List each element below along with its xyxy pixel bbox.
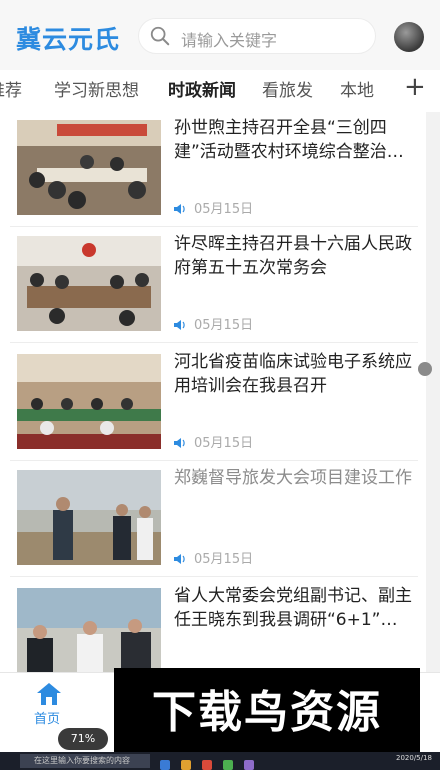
tab-study[interactable]: 学习新思想	[54, 76, 139, 101]
news-item[interactable]: 河北省疫苗临床试验电子系统应用培训会在我县召开 05月15日	[10, 346, 418, 461]
app-icon[interactable]	[223, 760, 234, 770]
news-thumbnail	[17, 470, 161, 565]
news-date: 05月15日	[174, 314, 253, 333]
search-icon	[150, 26, 170, 46]
tab-tourism[interactable]: 看旅发	[262, 76, 313, 101]
tab-politics-news[interactable]: 时政新闻	[168, 76, 236, 101]
news-title: 许尽晖主持召开县十六届人民政府第五十五次常务会	[174, 234, 412, 278]
app-icon[interactable]	[244, 760, 255, 770]
news-title: 郑巍督导旅发大会项目建设工作	[174, 468, 412, 488]
news-title: 孙世煦主持召开全县“三创四建”活动暨农村环境综合整治…	[174, 118, 404, 162]
app-icon[interactable]	[160, 760, 170, 770]
taskbar-icons	[160, 755, 260, 774]
news-item[interactable]: 郑巍督导旅发大会项目建设工作 05月15日	[10, 462, 418, 577]
news-date: 05月15日	[174, 198, 253, 217]
add-tab-button[interactable]: +	[404, 74, 426, 100]
nav-home-label[interactable]: 首页	[34, 708, 60, 727]
status-badge: 71%	[58, 728, 108, 750]
app-icon[interactable]	[181, 760, 192, 770]
speaker-icon	[174, 554, 185, 564]
app-logo: 冀云元氏	[16, 25, 121, 54]
speaker-icon	[174, 320, 185, 330]
channel-tabs: 推荐 学习新思想 时政新闻 看旅发 本地	[0, 70, 440, 110]
taskbar-search[interactable]: 在这里输入你要搜索的内容	[20, 754, 150, 768]
news-date: 05月15日	[174, 432, 253, 451]
search-input[interactable]: 请输入关键字	[138, 18, 376, 54]
watermark-banner: 下载鸟资源	[114, 668, 420, 758]
news-thumbnail	[17, 120, 161, 215]
home-icon[interactable]	[36, 682, 62, 706]
tab-recommend[interactable]: 推荐	[0, 76, 22, 101]
news-item[interactable]: 许尽晖主持召开县十六届人民政府第五十五次常务会 05月15日	[10, 228, 418, 343]
search-placeholder: 请输入关键字	[181, 31, 278, 50]
news-title: 河北省疫苗临床试验电子系统应用培训会在我县召开	[174, 352, 412, 396]
scrollbar-track[interactable]	[426, 112, 440, 672]
news-date: 05月15日	[174, 548, 253, 567]
news-thumbnail	[17, 236, 161, 331]
tab-local[interactable]: 本地	[340, 76, 374, 101]
user-avatar[interactable]	[394, 22, 424, 52]
news-thumbnail	[17, 354, 161, 449]
app-header: 冀云元氏 请输入关键字	[0, 0, 440, 70]
speaker-icon	[174, 438, 185, 448]
speaker-icon	[174, 204, 185, 214]
app-icon[interactable]	[202, 760, 213, 770]
scroll-indicator[interactable]	[418, 362, 432, 376]
news-item[interactable]: 孙世煦主持召开全县“三创四建”活动暨农村环境综合整治… 05月15日	[10, 112, 418, 227]
news-title: 省人大常委会党组副书记、副主任王晓东到我县调研“6+1”…	[174, 586, 412, 630]
taskbar-clock: 2020/5/18	[396, 754, 432, 762]
